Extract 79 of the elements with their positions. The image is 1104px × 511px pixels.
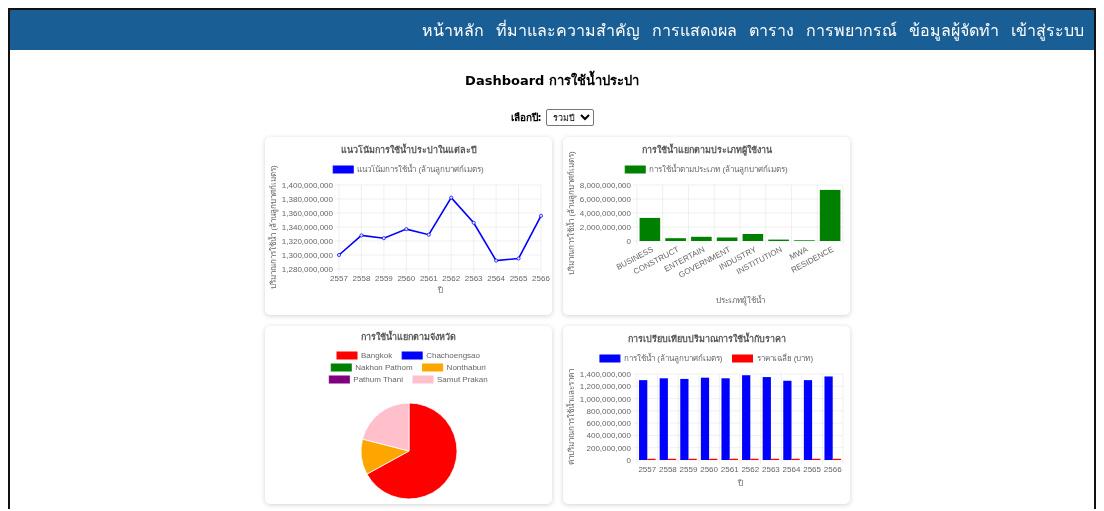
tick-label: 0 xyxy=(626,237,631,246)
tick-label: 400,000,000 xyxy=(586,431,631,441)
legend-label: Pathum Thani xyxy=(352,375,403,384)
tick-label: 2565 xyxy=(802,465,821,474)
tick-label: 8,000,000,000 xyxy=(579,181,631,190)
axis-title: ปริมาณการใช้น้ำ (ล้านลูกบาศก์เมตร) xyxy=(566,151,576,275)
chart-title: การใช้น้ำแยกตามประเภทผู้ใช้งาน xyxy=(641,145,771,155)
tick-label: 2562 xyxy=(441,274,460,283)
axis-title: ค่าปริมาณการใช้น้ำและราคา xyxy=(566,369,576,465)
tick-label: 2559 xyxy=(374,274,393,283)
tick-label: 1,400,000,000 xyxy=(281,181,333,190)
tick-label: 1,320,000,000 xyxy=(281,237,333,246)
tick-label: 2559 xyxy=(679,465,697,474)
legend-label: การใช้น้ำ (ล้านลูกบาศก์เมตร) xyxy=(623,354,722,363)
tick-label: 1,300,000,000 xyxy=(281,251,333,260)
tick-label: 2560 xyxy=(699,465,718,474)
legend-swatch-icon[interactable] xyxy=(328,375,350,384)
tick-label: 2566 xyxy=(531,274,550,283)
tick-label: 1,200,000,000 xyxy=(579,382,631,392)
legend-label: Chachoengsao xyxy=(425,351,480,360)
tick-label: 2565 xyxy=(509,274,527,283)
chart-title: การใช้น้ำแยกตามจังหวัด xyxy=(360,332,456,342)
nav-link[interactable]: การแสดงผล xyxy=(652,17,737,43)
page-title: Dashboard การใช้น้ำประปา xyxy=(10,70,1094,92)
tick-label: 2557 xyxy=(637,465,656,474)
chart-title: แนวโน้มการใช้น้ำประปาในแต่ละปี xyxy=(340,145,476,155)
legend-swatch-icon[interactable] xyxy=(336,351,357,360)
legend-swatch-icon[interactable] xyxy=(421,363,443,372)
legend-swatch-icon[interactable] xyxy=(332,165,354,174)
legend-swatch-icon[interactable] xyxy=(598,354,620,363)
nav-link[interactable]: ที่มาและความสำคัญ xyxy=(496,17,640,43)
tick-label: 1,360,000,000 xyxy=(281,209,333,218)
tick-label: 2560 xyxy=(396,274,415,283)
legend-swatch-icon[interactable] xyxy=(624,165,646,174)
tick-label: 2561 xyxy=(419,274,438,283)
nav-link[interactable]: ตาราง xyxy=(749,17,794,43)
year-select-label: เลือกปี: xyxy=(510,111,542,125)
legend-label: แนวโน้มการใช้น้ำ (ล้านลูกบาศก์เมตร) xyxy=(356,165,484,174)
chart-title: การเปรียบเทียบปริมาณการใช้น้ำกับราคา xyxy=(627,334,785,344)
tick-label: 200,000,000 xyxy=(586,443,631,453)
nav-link[interactable]: ข้อมูลผู้จัดทำ xyxy=(909,17,999,43)
tick-label: 1,400,000,000 xyxy=(579,370,631,379)
year-select[interactable]: รวมปี xyxy=(545,109,594,126)
legend-label: ราคาเฉลี่ย (บาท) xyxy=(756,354,813,363)
nav-link[interactable]: การพยากรณ์ xyxy=(806,17,897,43)
legend-swatch-icon[interactable] xyxy=(330,363,352,372)
nav-link[interactable]: หน้าหลัก xyxy=(422,17,484,43)
tick-label: 2566 xyxy=(823,465,842,474)
axis-title: ปี xyxy=(437,286,442,295)
tick-label: 2557 xyxy=(329,274,348,283)
tick-label: 2558 xyxy=(658,465,677,474)
axis-title: ปี xyxy=(737,479,742,488)
tick-label: 1,280,000,000 xyxy=(281,265,333,274)
tick-label: 1,000,000,000 xyxy=(579,394,631,404)
legend-label: Nonthaburi xyxy=(446,363,486,372)
tick-label: 2563 xyxy=(761,465,780,474)
legend-label: Samut Prakan xyxy=(436,375,488,384)
tick-label: 2564 xyxy=(486,274,505,283)
tick-label: 2564 xyxy=(782,465,800,474)
tick-label: 600,000,000 xyxy=(586,419,631,429)
tick-label: 2563 xyxy=(464,274,483,283)
legend-swatch-icon[interactable] xyxy=(401,351,423,360)
axis-title: ประเภทผู้ใช้น้ำ xyxy=(715,296,764,305)
legend-label: Bangkok xyxy=(360,351,392,360)
tick-label: 1,340,000,000 xyxy=(281,223,333,232)
tick-label: 0 xyxy=(626,456,631,465)
tick-label: 6,000,000,000 xyxy=(579,195,631,204)
tick-label: 2558 xyxy=(352,274,370,283)
tick-label: 2561 xyxy=(720,465,739,474)
tick-label: 2562 xyxy=(740,465,759,474)
axis-title: ปริมาณการใช้น้ำ (ล้านลูกบาศก์เมตร) xyxy=(268,165,278,289)
nav-link[interactable]: เข้าสู่ระบบ xyxy=(1011,17,1084,43)
tick-label: 1,380,000,000 xyxy=(281,195,333,204)
tick-label: 4,000,000,000 xyxy=(579,209,631,218)
legend-swatch-icon[interactable] xyxy=(731,354,753,363)
tick-label: 2,000,000,000 xyxy=(579,223,631,232)
tick-label: 800,000,000 xyxy=(586,406,631,416)
legend-label: Nakhon Pathom xyxy=(354,363,413,372)
legend-label: การใช้น้ำตามประเภท (ล้านลูกบาศก์เมตร) xyxy=(648,165,788,174)
